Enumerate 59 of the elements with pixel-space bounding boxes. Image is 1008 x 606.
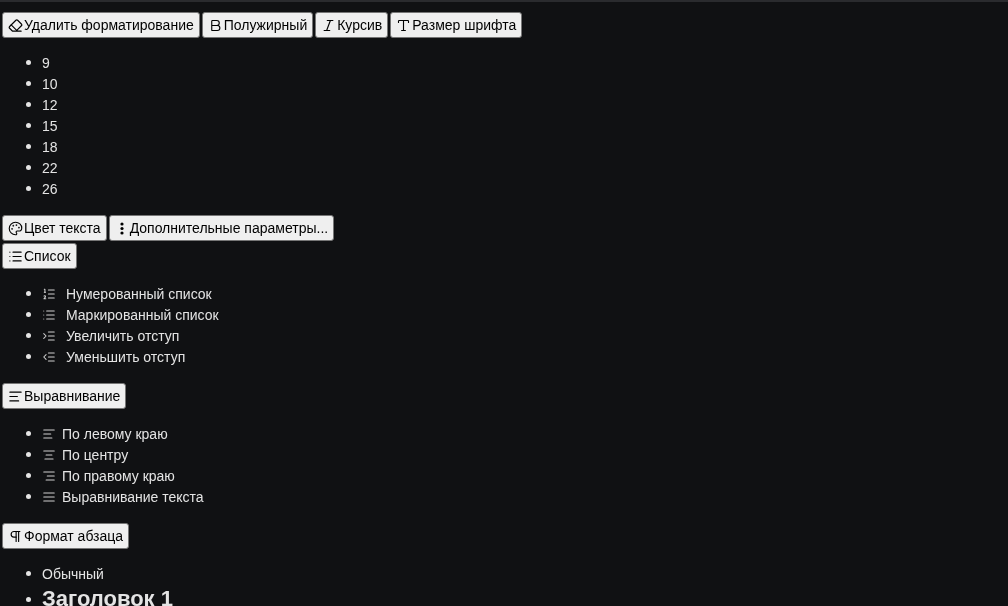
list-bullet: [26, 596, 31, 602]
list-bullet: [26, 186, 31, 191]
font-size-option[interactable]: 15: [42, 117, 58, 134]
toolbar-button[interactable]: Удалить форматирование: [2, 12, 200, 38]
list-button[interactable]: Список: [2, 243, 77, 269]
toolbar-button[interactable]: Полужирный: [201, 12, 314, 38]
vertical-dots-icon: [119, 221, 124, 235]
align-justify-icon: [42, 489, 56, 504]
menu-item[interactable]: По правому краю: [62, 467, 175, 484]
font-size-option[interactable]: 18: [42, 138, 58, 155]
bulleted-list-icon: [8, 248, 23, 264]
menu-item[interactable]: Маркированный список: [66, 306, 219, 323]
align-left-icon: [8, 388, 23, 404]
align-left-icon: [42, 426, 56, 441]
menu-item[interactable]: Уменьшить отступ: [66, 348, 186, 365]
menu-item[interactable]: По центру: [62, 446, 129, 463]
menu-item[interactable]: Выравнивание текста: [62, 488, 204, 505]
paragraph-format-option[interactable]: Обычный: [42, 565, 104, 582]
font-size-option[interactable]: 10: [42, 75, 58, 92]
toolbar-button[interactable]: Дополнительные параметры...: [108, 215, 335, 241]
bulleted-list-icon: [42, 307, 56, 322]
list-bullet: [26, 452, 31, 457]
palette-icon: [8, 220, 23, 236]
pilcrow-icon: [8, 528, 23, 544]
menu-item[interactable]: Нумерованный список: [66, 285, 212, 302]
eraser-icon: [8, 17, 23, 33]
list-bullet: [26, 144, 31, 149]
indent-decrease-icon: [42, 349, 56, 364]
list-bullet: [26, 312, 31, 317]
toolbar-button[interactable]: Размер шрифта: [390, 12, 523, 38]
font-size-option[interactable]: 26: [42, 180, 58, 197]
list-bullet: [26, 354, 31, 359]
list-bullet: [26, 473, 31, 478]
list-bullet: [26, 102, 31, 107]
font-size-option[interactable]: 12: [42, 96, 58, 113]
list-bullet: [26, 291, 31, 296]
list-bullet: [26, 123, 31, 128]
list-bullet: [26, 494, 31, 499]
menu-item[interactable]: Увеличить отступ: [66, 327, 180, 344]
menu-item[interactable]: По левому краю: [62, 425, 168, 442]
font-size-option[interactable]: 22: [42, 159, 58, 176]
toolbar-button[interactable]: Цвет текста: [2, 215, 107, 241]
list-bullet: [26, 333, 31, 338]
align-right-icon: [42, 468, 56, 483]
list-bullet: [26, 165, 31, 170]
text-size-icon: [396, 17, 412, 33]
toolbar-button[interactable]: Курсив: [315, 12, 389, 38]
list-bullet: [26, 571, 31, 576]
alignment-button[interactable]: Выравнивание: [2, 383, 127, 409]
align-center-icon: [42, 447, 56, 462]
indent-increase-icon: [42, 328, 56, 343]
paragraph-format-option[interactable]: Заголовок 1: [42, 586, 173, 606]
paragraph-format-button[interactable]: Формат абзаца: [2, 523, 130, 549]
font-size-option[interactable]: 9: [42, 54, 50, 71]
italic-icon: [321, 17, 337, 33]
list-bullet: [26, 60, 31, 65]
numbered-list-icon: [42, 286, 56, 301]
list-bullet: [26, 81, 31, 86]
list-bullet: [26, 431, 31, 436]
